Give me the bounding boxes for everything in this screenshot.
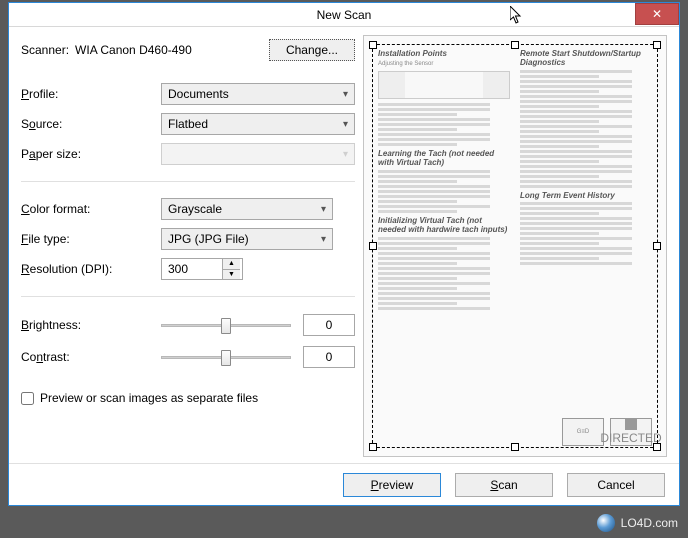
profile-label: Profile: (21, 87, 161, 101)
selection-handle[interactable] (369, 41, 377, 49)
window-title: New Scan (9, 8, 679, 22)
selection-handle[interactable] (369, 443, 377, 451)
separate-files-checkbox[interactable] (21, 392, 34, 405)
scanner-row: Scanner: WIA Canon D460-490 Change... (21, 39, 355, 61)
contrast-value[interactable]: 0 (303, 346, 355, 368)
brightness-value[interactable]: 0 (303, 314, 355, 336)
spinner-up-icon[interactable]: ▲ (223, 259, 240, 270)
preview-panel[interactable]: Installation Points Adjusting the Sensor… (363, 35, 667, 457)
slider-thumb[interactable] (221, 318, 231, 334)
resolution-spinner[interactable]: ▲ ▼ (161, 258, 243, 280)
profile-select[interactable]: Documents ▾ (161, 83, 355, 105)
color-format-label: Color format: (21, 202, 161, 216)
preview-selection[interactable] (372, 44, 658, 448)
scanner-name: WIA Canon D460-490 (75, 43, 192, 57)
file-type-row: File type: JPG (JPG File) ▾ (21, 226, 355, 252)
watermark-text: LO4D.com (621, 516, 678, 530)
source-select[interactable]: Flatbed ▾ (161, 113, 355, 135)
source-value: Flatbed (168, 117, 208, 131)
separator (21, 296, 355, 297)
source-label: Source: (21, 117, 161, 131)
separate-files-row: Preview or scan images as separate files (21, 391, 355, 405)
scan-button-label: can (498, 478, 517, 492)
dialog-footer: Preview Scan Cancel (9, 463, 679, 505)
dialog-body: Scanner: WIA Canon D460-490 Change... Pr… (9, 27, 679, 463)
brightness-row: Brightness: 0 (21, 311, 355, 339)
change-scanner-label: Change... (286, 43, 338, 57)
scan-button[interactable]: Scan (455, 473, 553, 497)
change-scanner-button[interactable]: Change... (269, 39, 355, 61)
chevron-down-icon: ▾ (343, 89, 348, 100)
file-type-value: JPG (JPG File) (168, 232, 249, 246)
color-format-row: Color format: Grayscale ▾ (21, 196, 355, 222)
selection-handle[interactable] (369, 242, 377, 250)
contrast-label: Contrast: (21, 350, 161, 364)
resolution-label: Resolution (DPI): (21, 262, 161, 276)
paper-size-select: ▾ (161, 143, 355, 165)
paper-size-row: Paper size: ▾ (21, 141, 355, 167)
chevron-down-icon: ▾ (343, 119, 348, 130)
close-icon: ✕ (652, 7, 662, 21)
profile-value: Documents (168, 87, 229, 101)
selection-handle[interactable] (653, 41, 661, 49)
file-type-select[interactable]: JPG (JPG File) ▾ (161, 228, 333, 250)
resolution-row: Resolution (DPI): ▲ ▼ (21, 256, 355, 282)
color-format-value: Grayscale (168, 202, 222, 216)
contrast-slider[interactable] (161, 347, 291, 367)
file-type-label: File type: (21, 232, 161, 246)
chevron-down-icon: ▾ (321, 234, 326, 245)
cancel-button[interactable]: Cancel (567, 473, 665, 497)
watermark: LO4D.com (597, 514, 678, 532)
watermark-logo-icon (597, 514, 615, 532)
separate-files-label: Preview or scan images as separate files (40, 391, 258, 405)
spinner-buttons: ▲ ▼ (222, 259, 240, 279)
contrast-row: Contrast: 0 (21, 343, 355, 371)
slider-thumb[interactable] (221, 350, 231, 366)
brightness-slider[interactable] (161, 315, 291, 335)
brightness-label: Brightness: (21, 318, 161, 332)
titlebar[interactable]: New Scan ✕ (9, 3, 679, 27)
settings-panel: Scanner: WIA Canon D460-490 Change... Pr… (21, 35, 355, 457)
separator (21, 181, 355, 182)
preview-button[interactable]: Preview (343, 473, 441, 497)
profile-row: Profile: Documents ▾ (21, 81, 355, 107)
dialog-window: New Scan ✕ Scanner: WIA Canon D460-490 C… (8, 2, 680, 506)
spinner-down-icon[interactable]: ▼ (223, 270, 240, 280)
preview-button-label: review (379, 478, 414, 492)
paper-size-label: Paper size: (21, 147, 161, 161)
resolution-input[interactable] (162, 259, 222, 279)
color-format-select[interactable]: Grayscale ▾ (161, 198, 333, 220)
scanner-label: Scanner: (21, 43, 69, 57)
chevron-down-icon: ▾ (343, 149, 348, 160)
chevron-down-icon: ▾ (321, 204, 326, 215)
close-button[interactable]: ✕ (635, 3, 679, 25)
selection-handle[interactable] (653, 242, 661, 250)
selection-handle[interactable] (653, 443, 661, 451)
selection-handle[interactable] (511, 41, 519, 49)
selection-handle[interactable] (511, 443, 519, 451)
source-row: Source: Flatbed ▾ (21, 111, 355, 137)
